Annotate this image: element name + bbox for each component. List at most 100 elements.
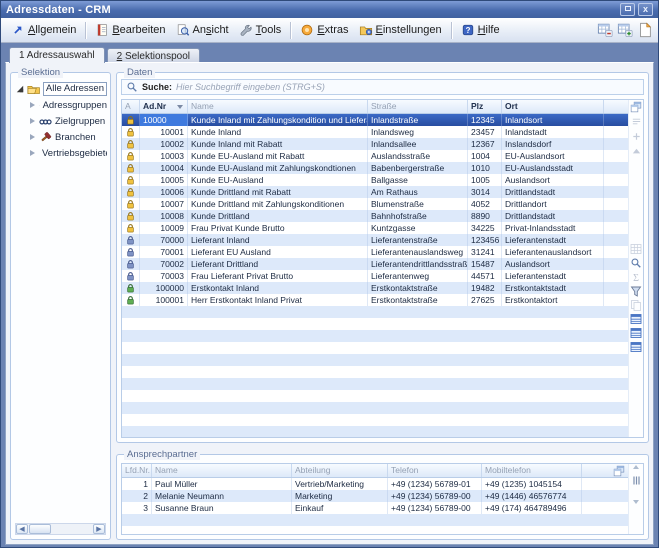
restore-button[interactable] [620,3,635,16]
column-header-plz[interactable]: Plz [468,100,502,113]
cell-strasse: Lieferantendrittlandsstraße [368,258,468,270]
expander-closed-icon[interactable] [30,118,35,124]
column-header-mobiltelefon[interactable]: Mobiltelefon [482,464,582,477]
selection-groupbox-title: Selektion [18,67,63,78]
lock-gold [126,115,135,126]
scroll-thumb[interactable] [29,524,51,534]
table-row[interactable]: 70003Frau Lieferant Privat BruttoLiefera… [122,270,628,282]
table-row[interactable]: 10003Kunde EU-Ausland mit RabattAuslands… [122,150,628,162]
column-header-name[interactable]: Name [188,100,368,113]
contacts-scrollbar[interactable] [628,464,643,534]
table-row[interactable]: 10001Kunde InlandInlandsweg23457Inlandst… [122,126,628,138]
column-header-filler [604,100,628,113]
cell-name: Kunde Inland mit Zahlungskondition und L… [188,114,368,126]
search-input[interactable] [176,82,639,92]
cell-plz: 8890 [468,210,502,222]
table-row[interactable]: 10006Kunde Drittland mit RabattAm Rathau… [122,186,628,198]
scroll-up-icon[interactable] [631,146,642,157]
column-header-ad-nr[interactable]: Ad.Nr [140,100,188,113]
cell-adnr: 10009 [140,222,188,234]
contact-row[interactable]: 2Melanie NeumannMarketing+49 (1234) 5678… [122,490,628,502]
table-row[interactable]: 10007Kunde Drittland mit Zahlungskonditi… [122,198,628,210]
blue-table-icon[interactable] [630,327,642,339]
table-add-icon[interactable] [617,22,633,38]
tree-item-alle-adressen[interactable]: Alle Adressen [16,81,107,97]
copy-icon[interactable] [630,299,642,311]
tree-item-vertriebsgebiete[interactable]: Vertriebsgebiete [16,145,107,161]
tree-item-adressgruppen[interactable]: Adressgruppen [16,97,107,113]
tab-selektionspool[interactable]: 2 Selektionspool [107,48,200,63]
scroll-left-button[interactable]: ◀ [16,524,28,534]
table-row[interactable]: 10004Kunde EU-Ausland mit Zahlungskondti… [122,162,628,174]
scroll-thumb-icon[interactable] [631,475,642,486]
cell-adnr: 10000 [140,114,188,126]
column-header-ort[interactable]: Ort [502,100,604,113]
table-row[interactable]: 10000Kunde Inland mit Zahlungskondition … [122,114,628,126]
scroll-up-icon[interactable] [633,465,639,469]
menu-item-hilfe[interactable]: ?Hilfe [456,21,505,39]
menu-separator [290,22,291,39]
table-row[interactable]: 10005Kunde EU-AuslandBallgasse1005Auslan… [122,174,628,186]
expander-closed-icon[interactable] [30,102,35,108]
column-header-stra-e[interactable]: Straße [368,100,468,113]
column-header-abteilung[interactable]: Abteilung [292,464,388,477]
column-chooser-icon[interactable] [630,101,642,113]
grid-icon[interactable] [630,243,642,255]
column-header-name[interactable]: Name [152,464,292,477]
table-row[interactable]: 70000Lieferant InlandLieferantenstraße12… [122,234,628,246]
cell-plz: 44571 [468,270,502,282]
sum-icon[interactable]: Σ [630,271,642,283]
cell-strasse: Inlandsallee [368,138,468,150]
plus-icon[interactable] [631,131,642,142]
cell-filler [582,490,628,502]
column-header-lfd-nr-[interactable]: Lfd.Nr. [122,464,152,477]
tree-hscrollbar[interactable]: ◀ ▶ [15,523,106,535]
column-header-a[interactable]: A [122,100,140,113]
table-row[interactable]: 100001Herr Erstkontakt Inland PrivatErst… [122,294,628,306]
cell-plz: 15487 [468,258,502,270]
crm-window: Adressdaten - CRM x AllgemeinBearbeitenA… [0,0,659,548]
expander-open-icon[interactable] [17,86,23,92]
menu-item-bearbeiten[interactable]: Bearbeiten [90,21,170,39]
contact-row[interactable]: 1Paul MüllerVertrieb/Marketing+49 (1234)… [122,478,628,490]
column-header-telefon[interactable]: Telefon [388,464,482,477]
scroll-right-button[interactable]: ▶ [93,524,105,534]
cell-strasse: Kuntzgasse [368,222,468,234]
tab-adressauswahl[interactable]: 1 Adressauswahl [9,47,105,63]
menu-item-einstellungen[interactable]: Einstellungen [354,21,447,39]
expander-closed-icon[interactable] [30,134,35,140]
tree-item-branchen[interactable]: Branchen [16,129,107,145]
blue-table-icon[interactable] [630,313,642,325]
close-button[interactable]: x [638,3,653,16]
daten-groupbox-title: Daten [124,67,155,78]
blue-table-icon[interactable] [630,341,642,353]
contacts-table: Lfd.Nr.NameAbteilungTelefonMobiltelefon … [121,463,644,535]
table-row[interactable]: 10008Kunde DrittlandBahnhofstraße8890Dri… [122,210,628,222]
menu-separator [85,22,86,39]
table-row[interactable]: 10002Kunde Inland mit RabattInlandsallee… [122,138,628,150]
table-row[interactable]: 70001Lieferant EU AuslandLieferantenausl… [122,246,628,258]
address-table: AAd.NrNameStraßePlzOrt 10000Kunde Inland… [121,99,644,438]
column-chooser-icon[interactable] [613,465,625,477]
cell-plz: 19482 [468,282,502,294]
contact-row[interactable]: 3Susanne BraunEinkauf+49 (1234) 56789-00… [122,502,628,514]
table-row[interactable]: 100000Erstkontakt InlandErstkontaktstraß… [122,282,628,294]
menu-item-extras[interactable]: Extras [295,21,353,39]
expander-closed-icon[interactable] [30,150,35,156]
table-row[interactable]: 70002Lieferant DrittlandLieferantendritt… [122,258,628,270]
cell-adnr: 100000 [140,282,188,294]
menu-item-ansicht[interactable]: Ansicht [171,21,234,39]
table-remove-icon[interactable] [597,22,613,38]
new-document-icon[interactable] [637,22,653,38]
window-title: Adressdaten - CRM [6,4,620,16]
table-row[interactable]: 10009Frau Privat Kunde BruttoKuntzgasse3… [122,222,628,234]
tree-item-zielgruppen[interactable]: Zielgruppen [16,113,107,129]
industry-icon [39,131,52,144]
menu-item-allgemein[interactable]: Allgemein [6,21,81,39]
menu-item-tools[interactable]: Tools [234,21,287,39]
ansprechpartner-groupbox-title: Ansprechpartner [124,449,200,460]
scroll-down-icon[interactable] [633,500,639,504]
auto-size-icon[interactable] [631,116,642,127]
filter-icon[interactable] [630,285,642,297]
search-icon[interactable] [630,257,642,269]
